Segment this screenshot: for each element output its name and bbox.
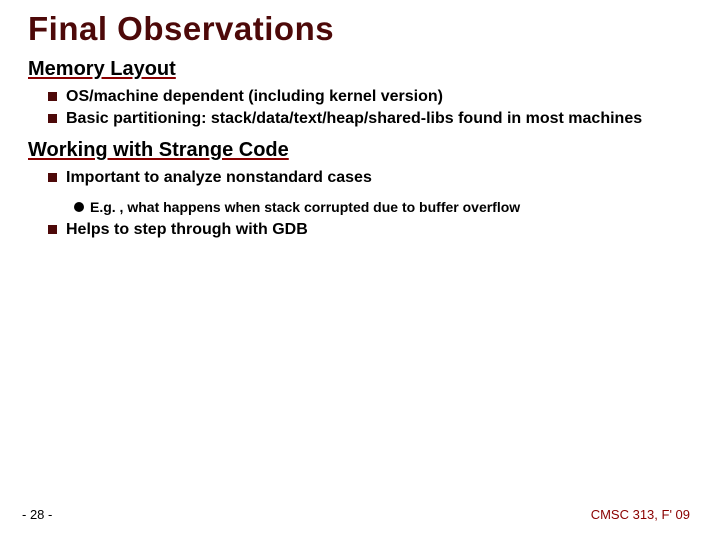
course-label: CMSC 313, F' 09 bbox=[591, 507, 690, 522]
section-heading-strange-code: Working with Strange Code bbox=[28, 139, 692, 162]
bullet-item: Basic partitioning: stack/data/text/heap… bbox=[48, 109, 692, 129]
page-number: - 28 - bbox=[22, 507, 52, 522]
bullet-item: OS/machine dependent (including kernel v… bbox=[48, 87, 692, 107]
bullet-list-strange-code-2: Helps to step through with GDB bbox=[28, 220, 692, 240]
bullet-list-memory-layout: OS/machine dependent (including kernel v… bbox=[28, 87, 692, 129]
bullet-item: Helps to step through with GDB bbox=[48, 220, 692, 240]
sub-bullet-list: E.g. , what happens when stack corrupted… bbox=[28, 198, 692, 216]
section-heading-memory-layout: Memory Layout bbox=[28, 58, 692, 81]
bullet-list-strange-code: Important to analyze nonstandard cases bbox=[28, 168, 692, 188]
bullet-item: Important to analyze nonstandard cases bbox=[48, 168, 692, 188]
slide: Final Observations Memory Layout OS/mach… bbox=[0, 0, 720, 540]
sub-bullet-item: E.g. , what happens when stack corrupted… bbox=[74, 198, 692, 216]
slide-title: Final Observations bbox=[28, 10, 692, 48]
